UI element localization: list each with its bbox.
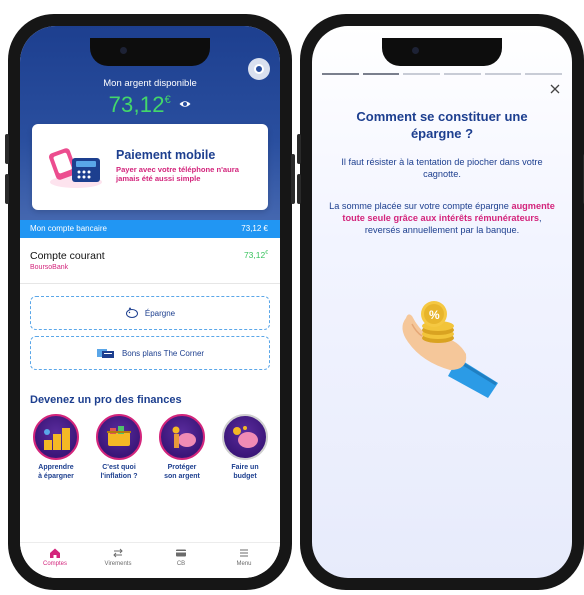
power-button bbox=[291, 154, 295, 204]
volume-down-button bbox=[297, 174, 301, 204]
tile-label-line2: budget bbox=[233, 472, 257, 480]
paragraph-2-start: La somme placée sur votre compte épargne bbox=[329, 201, 512, 211]
account-bar-amount: 73,12 € bbox=[241, 224, 268, 233]
notch bbox=[90, 38, 210, 66]
promo-text: Payer avec votre téléphone n'aura jamais… bbox=[116, 165, 239, 183]
close-icon[interactable] bbox=[548, 82, 562, 96]
account-bar-label: Mon compte bancaire bbox=[30, 224, 107, 233]
tab-label: Comptes bbox=[42, 561, 67, 567]
account-name: Compte courant bbox=[30, 250, 105, 262]
tab-cb[interactable]: CB bbox=[151, 547, 211, 567]
the-corner-button[interactable]: Bons plans The Corner bbox=[30, 336, 270, 370]
profile-button[interactable] bbox=[248, 58, 270, 80]
tile-faire-budget[interactable]: Faire un budget bbox=[217, 414, 273, 481]
right-screen: Comment se constituer une épargne ? Il f… bbox=[312, 26, 572, 578]
tile-label-line2: à épargner bbox=[38, 472, 74, 480]
transfer-icon bbox=[113, 548, 123, 558]
the-corner-label: Bons plans The Corner bbox=[121, 348, 205, 358]
tile-label: C'est quoi l'inflation ? bbox=[91, 464, 147, 481]
account-row[interactable]: Compte courant BoursoBank 73,12€ bbox=[20, 244, 280, 284]
card-icon bbox=[176, 549, 186, 557]
bottom-tab-bar: Comptes Virements CB Menu bbox=[20, 542, 280, 578]
balance-value: 73,12 bbox=[108, 92, 165, 117]
mobile-payment-illustration bbox=[49, 148, 102, 188]
finance-tiles: Apprendre à épargner C'est quoi l'inflatio… bbox=[20, 414, 280, 494]
account-amount: 73,12€ bbox=[244, 250, 268, 260]
tile-label-line1: Protéger bbox=[167, 464, 197, 471]
finance-section-title: Devenez un pro des finances bbox=[30, 394, 182, 406]
story-progress-bar bbox=[322, 73, 563, 75]
promo-card[interactable]: Paiement mobile Payer avec votre télépho… bbox=[32, 124, 268, 210]
progress-segment bbox=[444, 73, 481, 75]
tile-label: Apprendre à épargner bbox=[28, 464, 84, 481]
story-paragraph-2: La somme placée sur votre compte épargne… bbox=[324, 200, 560, 236]
progress-segment bbox=[484, 73, 522, 75]
the-corner-icon bbox=[96, 349, 114, 358]
tab-menu[interactable]: Menu bbox=[214, 547, 274, 567]
account-amount-currency: € bbox=[265, 250, 268, 257]
hand-with-coins-illustration: % bbox=[402, 301, 498, 398]
notch bbox=[382, 38, 502, 66]
volume-up-button bbox=[5, 134, 9, 164]
piggy-bank-icon bbox=[125, 307, 138, 318]
account-amount-value: 73,12 bbox=[243, 250, 266, 260]
left-screen: Mon argent disponible 73,12€ Paiement mo… bbox=[20, 26, 280, 578]
balance-currency: € bbox=[164, 94, 171, 106]
balance-label: Mon argent disponible bbox=[103, 78, 197, 89]
camera bbox=[120, 47, 127, 54]
tab-comptes[interactable]: Comptes bbox=[25, 547, 85, 567]
svg-text:%: % bbox=[429, 308, 440, 322]
home-icon bbox=[50, 548, 60, 558]
progress-segment bbox=[403, 73, 441, 75]
tile-label: Faire un budget bbox=[217, 464, 273, 481]
account-bar: Mon compte bancaire 73,12 € bbox=[20, 220, 280, 238]
tab-label: CB bbox=[176, 561, 186, 567]
tab-label: Menu bbox=[236, 561, 252, 567]
progress-segment bbox=[362, 73, 400, 75]
epargne-button[interactable]: Épargne bbox=[30, 296, 270, 330]
right-phone: Comment se constituer une épargne ? Il f… bbox=[297, 14, 584, 590]
menu-icon bbox=[240, 549, 248, 557]
left-phone: Mon argent disponible 73,12€ Paiement mo… bbox=[5, 14, 295, 590]
tile-label-line1: C'est quoi bbox=[102, 464, 136, 471]
volume-up-button bbox=[297, 134, 301, 164]
progress-segment bbox=[525, 73, 563, 75]
story-paragraph-1: Il faut résister à la tentation de pioch… bbox=[341, 157, 543, 179]
tab-label: Virements bbox=[104, 561, 132, 567]
tab-virements[interactable]: Virements bbox=[88, 547, 148, 567]
tile-apprendre-epargner[interactable]: Apprendre à épargner bbox=[28, 414, 84, 481]
tile-label-line1: Apprendre bbox=[38, 464, 74, 471]
stage: Mon argent disponible 73,12€ Paiement mo… bbox=[0, 0, 584, 595]
balance-row: 73,12€ bbox=[20, 92, 280, 118]
epargne-label: Épargne bbox=[144, 308, 176, 318]
tile-inflation[interactable]: C'est quoi l'inflation ? bbox=[91, 414, 147, 481]
eye-icon[interactable] bbox=[179, 100, 191, 108]
profile-icon bbox=[254, 64, 264, 74]
tile-label-line2: son argent bbox=[164, 472, 200, 480]
promo-title: Paiement mobile bbox=[116, 148, 216, 162]
story-title: Comment se constituer une épargne ? bbox=[356, 109, 528, 141]
shopping-basket-icon bbox=[96, 414, 142, 460]
protect-money-icon bbox=[159, 414, 205, 460]
tile-proteger-argent[interactable]: Protéger son argent bbox=[154, 414, 210, 481]
tile-label-line1: Faire un bbox=[231, 464, 259, 471]
tile-label: Protéger son argent bbox=[154, 464, 210, 481]
account-bank: BoursoBank bbox=[30, 264, 69, 271]
tile-label-line2: l'inflation ? bbox=[100, 472, 138, 480]
savings-stack-icon bbox=[33, 414, 79, 460]
progress-segment bbox=[322, 73, 359, 75]
camera bbox=[412, 47, 419, 54]
volume-down-button bbox=[5, 174, 9, 204]
budget-piggy-icon bbox=[222, 414, 268, 460]
